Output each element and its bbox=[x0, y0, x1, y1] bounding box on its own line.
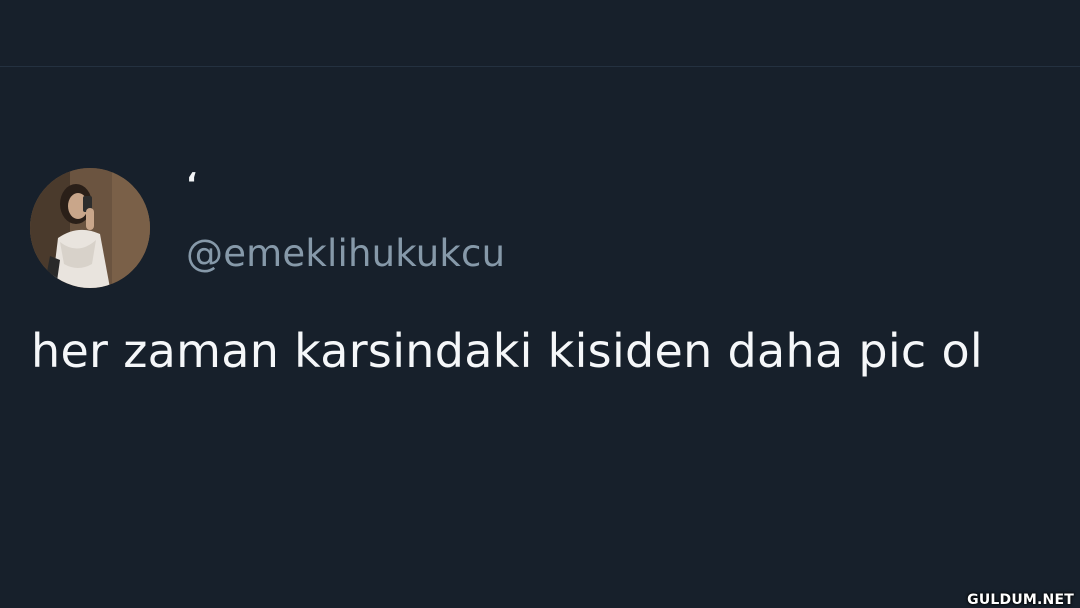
tweet-text: her zaman karsindaki kisiden daha pic ol bbox=[31, 324, 983, 378]
watermark: GULDUM.NET bbox=[967, 592, 1074, 608]
user-handle[interactable]: @emeklihukukcu bbox=[186, 232, 505, 276]
profile-photo-icon bbox=[30, 168, 150, 288]
top-divider bbox=[0, 66, 1080, 67]
display-name[interactable]: ‘ bbox=[186, 168, 197, 202]
avatar[interactable] bbox=[30, 168, 150, 288]
